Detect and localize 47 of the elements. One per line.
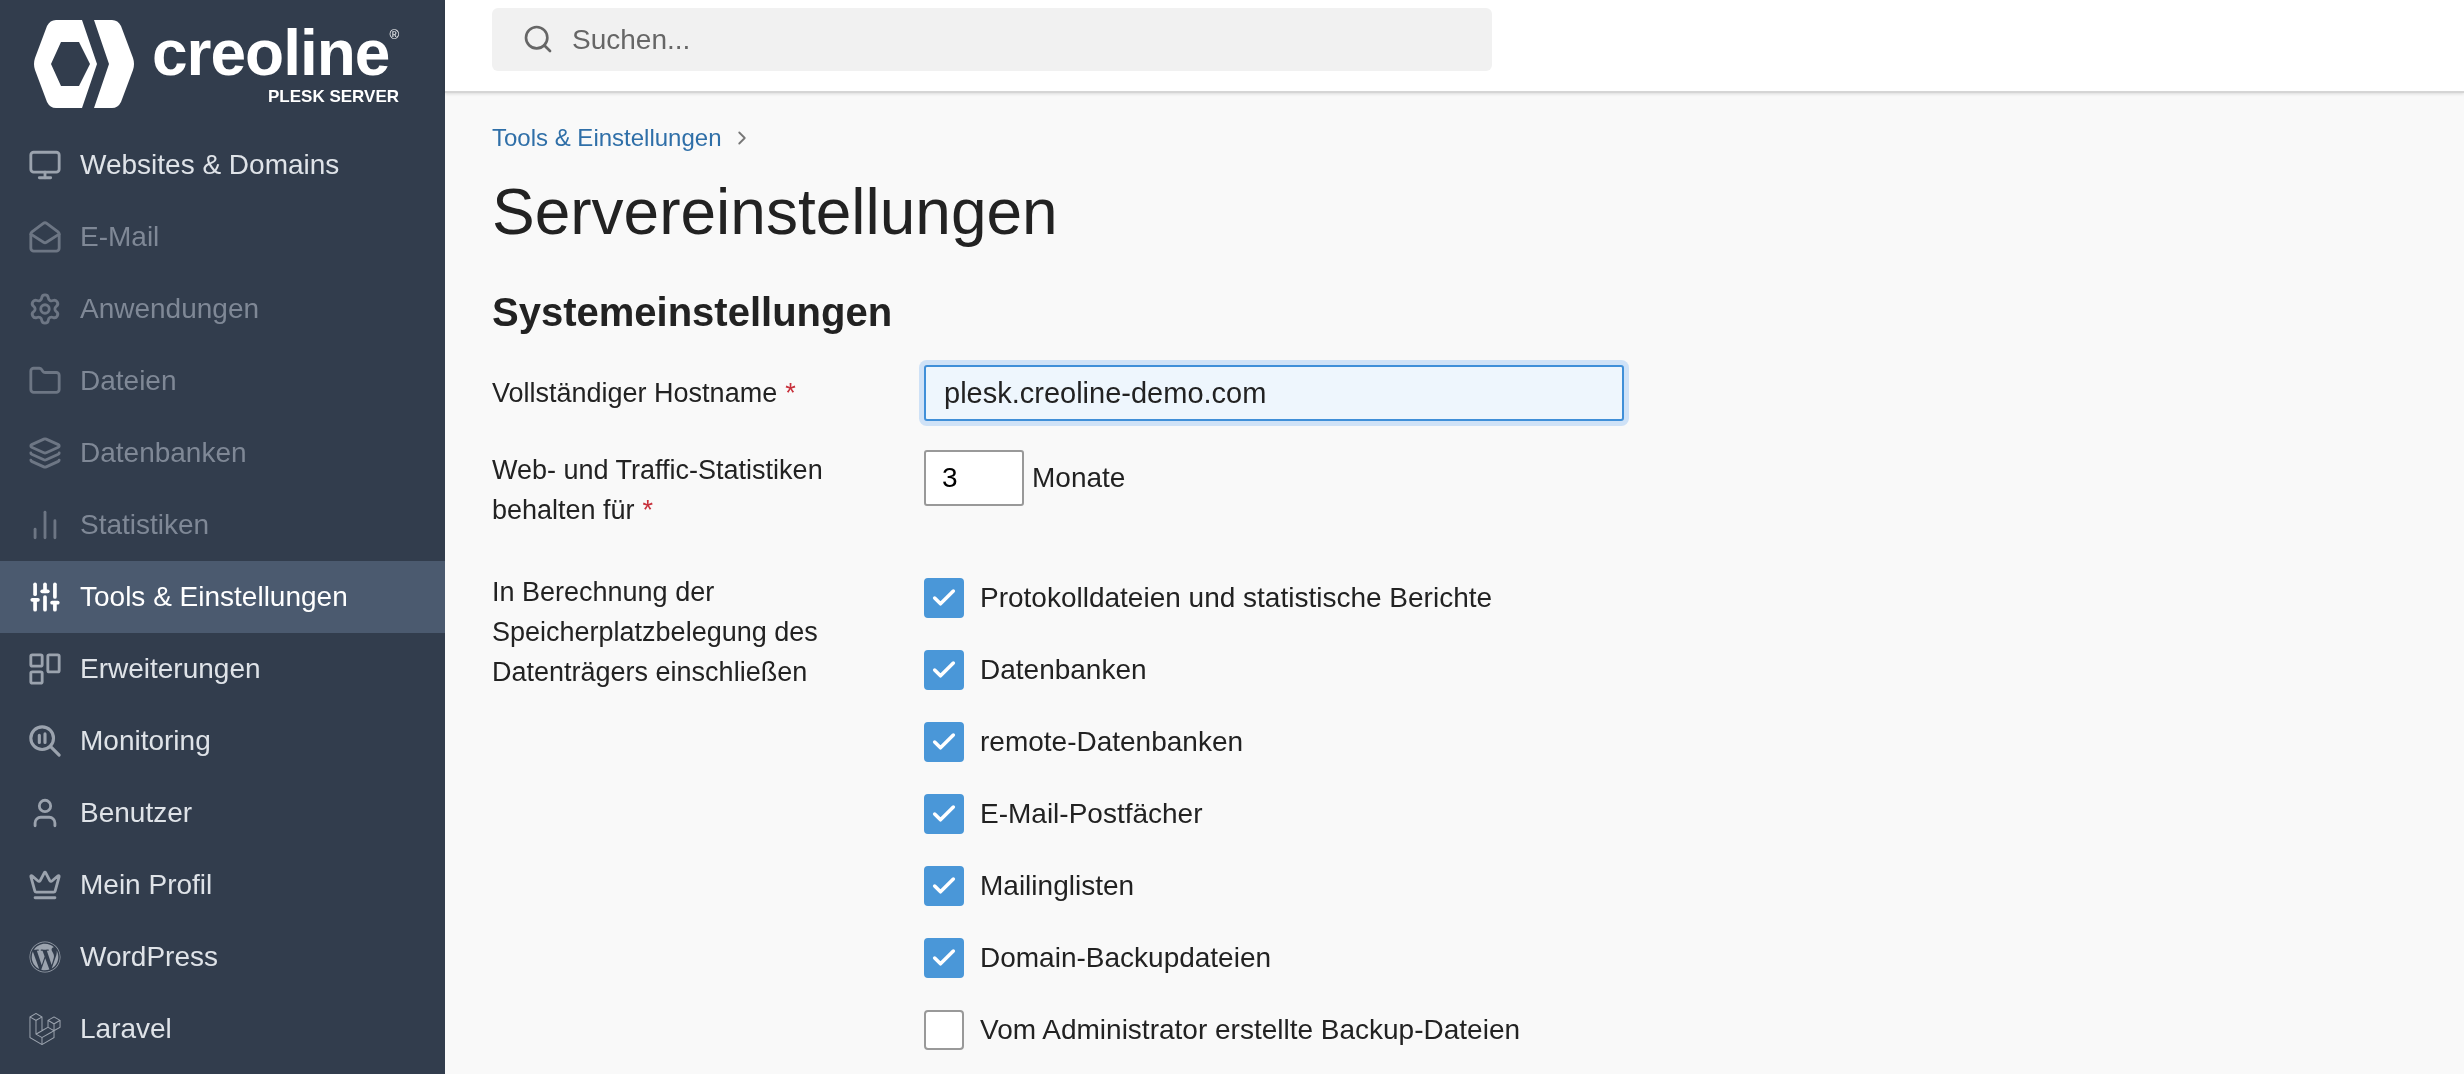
- breadcrumb-link[interactable]: Tools & Einstellungen: [492, 124, 722, 152]
- registered-mark: ®: [389, 27, 400, 42]
- sliders-icon: [28, 580, 62, 614]
- magnifier-chart-icon: [28, 724, 62, 758]
- monitor-icon: [28, 148, 62, 182]
- checkbox-label: Protokolldateien und statistische Berichte: [980, 582, 1493, 614]
- sidebar-item[interactable]: Monitoring: [0, 705, 445, 777]
- wordpress-icon: [28, 940, 62, 974]
- hostname-field[interactable]: plesk.creoline-demo.com: [924, 365, 1624, 421]
- search-field[interactable]: Suchen...: [492, 8, 1492, 71]
- hexagon-logo-icon: [34, 18, 134, 110]
- field-label: Vollständiger Hostname *: [492, 377, 797, 410]
- sidebar-item[interactable]: Mein Profil: [0, 849, 445, 921]
- sidebar-item[interactable]: Erweiterungen: [0, 633, 445, 705]
- field-label: In Berechnung der Speicherplatzbelegung des Datenträgers einschließen: [492, 576, 819, 689]
- checkbox[interactable]: [924, 794, 964, 834]
- checkbox[interactable]: [924, 866, 964, 906]
- checkbox-label: Mailinglisten: [980, 870, 1135, 902]
- layers-icon: [28, 436, 62, 470]
- sidebar-item[interactable]: Benutzer: [0, 777, 445, 849]
- checkbox[interactable]: [924, 722, 964, 762]
- sidebar-item[interactable]: Tools & Einstellungen: [0, 561, 445, 633]
- sidebar-item[interactable]: Websites & Domains: [0, 129, 445, 201]
- unit-label: Monate: [1032, 462, 1126, 494]
- checkbox-label: E-Mail-Postfächer: [980, 798, 1203, 830]
- laravel-icon: [28, 1012, 62, 1046]
- page-title: Servereinstellungen: [492, 175, 1059, 249]
- checkbox-label: Domain-Backupdateien: [980, 942, 1272, 974]
- field-label: Web- und Traffic-Statistiken behalten für *: [492, 454, 824, 527]
- mail-icon: [28, 220, 62, 254]
- blocks-icon: [28, 652, 62, 686]
- checkbox[interactable]: [924, 650, 964, 690]
- number-field[interactable]: 3: [924, 450, 1024, 506]
- gear-icon: [28, 292, 62, 326]
- checkbox[interactable]: [924, 938, 964, 978]
- checkbox-label: Vom Administrator erstellte Backup-Dateien: [980, 1014, 1521, 1046]
- checkbox-label: Datenbanken: [980, 654, 1147, 686]
- logo-subtitle: PLESK SERVER: [268, 87, 400, 107]
- checkbox[interactable]: [924, 1010, 964, 1050]
- sidebar-item[interactable]: Laravel: [0, 993, 445, 1065]
- sidebar-item[interactable]: WordPress: [0, 921, 445, 993]
- section-title: Systemeinstellungen: [492, 290, 894, 335]
- checkbox-label: remote-Datenbanken: [980, 726, 1244, 758]
- search-icon: [522, 23, 554, 55]
- checkbox[interactable]: [924, 578, 964, 618]
- logo-wordmark: creoline: [152, 21, 390, 85]
- crown-icon: [28, 868, 62, 902]
